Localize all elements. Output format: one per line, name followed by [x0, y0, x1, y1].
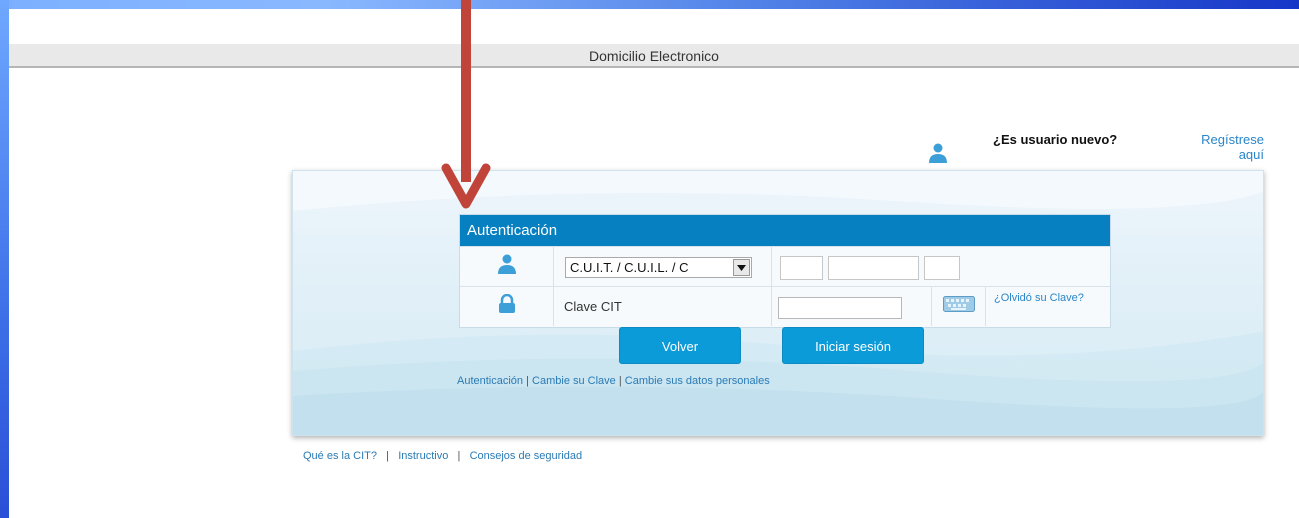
what-is-cit-link[interactable]: Qué es la CIT?	[303, 450, 377, 462]
user-icon	[928, 142, 948, 169]
id-type-selected-value: C.U.I.T. / C.U.I.L. / C	[570, 260, 689, 275]
slide-top-border	[0, 0, 1299, 9]
security-tips-link[interactable]: Consejos de seguridad	[470, 450, 583, 462]
instructions-link[interactable]: Instructivo	[398, 450, 448, 462]
cuit-row: C.U.I.T. / C.U.I.L. / C	[460, 246, 1110, 286]
user-icon	[496, 253, 518, 280]
new-user-question: ¿Es usuario nuevo?	[993, 132, 1118, 147]
id-type-select[interactable]: C.U.I.T. / C.U.I.L. / C	[565, 257, 752, 278]
annotation-arrow	[441, 0, 491, 209]
back-button[interactable]: Volver	[619, 327, 741, 364]
password-input[interactable]	[778, 297, 902, 319]
chevron-down-icon[interactable]	[733, 259, 750, 276]
password-row: Clave CIT ¿Olvidó su Clave?	[460, 286, 1110, 326]
lock-icon	[498, 293, 516, 319]
cuit-number-input[interactable]	[828, 256, 919, 280]
forgot-password-link[interactable]: ¿Olvidó su Clave?	[994, 292, 1084, 305]
page-title: Domicilio Electronico	[9, 44, 1299, 68]
new-user-section: ¿Es usuario nuevo? Regístrese aquí	[928, 132, 1268, 168]
password-label: Clave CIT	[564, 299, 622, 314]
slide-left-border	[0, 0, 9, 518]
footer-links: Qué es la CIT? | Instructivo | Consejos …	[303, 450, 583, 462]
keyboard-icon[interactable]	[942, 296, 975, 317]
authentication-heading: Autenticación	[460, 215, 1110, 246]
cuit-check-digit-input[interactable]	[924, 256, 960, 280]
register-link[interactable]: Regístrese aquí	[1174, 132, 1264, 162]
authentication-box: Autenticación C.U.I.T. / C.U.I.L. / C Cl…	[459, 214, 1111, 328]
login-panel: Autenticación C.U.I.T. / C.U.I.L. / C Cl…	[292, 170, 1264, 436]
authentication-link[interactable]: Autenticación	[457, 375, 523, 387]
change-password-link[interactable]: Cambie su Clave	[532, 375, 616, 387]
cuit-prefix-input[interactable]	[780, 256, 823, 280]
panel-links: Autenticación | Cambie su Clave | Cambie…	[457, 375, 770, 387]
change-personal-data-link[interactable]: Cambie sus datos personales	[625, 375, 770, 387]
login-button[interactable]: Iniciar sesión	[782, 327, 924, 364]
